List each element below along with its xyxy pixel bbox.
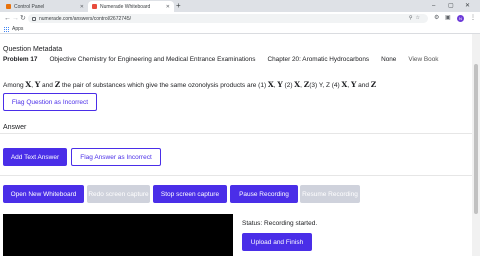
reload-icon[interactable]: ↻ bbox=[20, 14, 26, 23]
tab-strip: Control Panel ✕ Numerade Whiteboard ✕ + … bbox=[0, 0, 480, 12]
extensions-icon[interactable]: ⚙ bbox=[434, 14, 439, 23]
question-text: Among X, Y and Z the pair of substances … bbox=[3, 80, 376, 90]
view-book-link[interactable]: View Book bbox=[408, 55, 438, 64]
tab-numerade-whiteboard[interactable]: Numerade Whiteboard ✕ bbox=[88, 1, 174, 12]
question-fragment: Among bbox=[3, 82, 26, 89]
avatar[interactable]: N bbox=[457, 15, 464, 22]
metadata-title: Question Metadata bbox=[3, 46, 63, 53]
status-text: Status: Recording started. bbox=[242, 220, 318, 227]
resume-recording-button: Resume Recording bbox=[300, 185, 360, 203]
flag-question-button[interactable]: Flag Question as Incorrect bbox=[3, 93, 97, 111]
divider bbox=[0, 175, 472, 176]
minimize-icon[interactable]: – bbox=[432, 2, 435, 10]
pause-recording-button[interactable]: Pause Recording bbox=[230, 185, 298, 203]
puzzle-icon[interactable]: ▣ bbox=[445, 14, 451, 23]
redo-capture-button: Redo screen capture bbox=[87, 185, 150, 203]
question-fragment: (2) bbox=[282, 82, 295, 89]
tab-control-panel[interactable]: Control Panel ✕ bbox=[2, 1, 88, 12]
upload-finish-button[interactable]: Upload and Finish bbox=[242, 233, 312, 251]
scroll-thumb[interactable] bbox=[474, 64, 478, 214]
bookmarks-bar: Apps bbox=[0, 25, 480, 34]
back-icon[interactable]: ← bbox=[4, 14, 11, 23]
menu-icon[interactable]: ⋮ bbox=[470, 14, 476, 23]
close-icon[interactable]: ✕ bbox=[166, 4, 170, 10]
bookmark-apps[interactable]: Apps bbox=[12, 26, 23, 33]
favicon-icon bbox=[92, 4, 97, 9]
new-tab-button[interactable]: + bbox=[176, 1, 181, 11]
scrollbar[interactable] bbox=[472, 34, 480, 256]
window-close-icon[interactable]: ✕ bbox=[465, 2, 470, 10]
url-text: numerade.com/answers/control/2672745/ bbox=[39, 15, 131, 22]
answer-title: Answer bbox=[3, 124, 27, 131]
browser-toolbar: ← → ↻ numerade.com/answers/control/26727… bbox=[0, 12, 480, 25]
chapter-title: Chapter 20: Aromatic Hydrocarbons bbox=[267, 56, 370, 63]
problem-number: Problem 17 bbox=[3, 56, 38, 63]
metadata-row: Problem 17 Objective Chemistry for Engin… bbox=[3, 55, 450, 64]
bookmark-star-icon[interactable]: ⚲☆ bbox=[409, 14, 423, 23]
apps-icon[interactable] bbox=[4, 27, 9, 32]
divider bbox=[0, 133, 472, 134]
question-fragment: the pair of substances which give the sa… bbox=[60, 82, 268, 89]
stop-capture-button[interactable]: Stop screen capture bbox=[153, 185, 227, 203]
open-whiteboard-button[interactable]: Open New Whiteboard bbox=[3, 185, 84, 203]
book-title: Objective Chemistry for Engineering and … bbox=[49, 56, 256, 63]
lock-icon bbox=[32, 16, 36, 21]
question-fragment: and bbox=[356, 82, 371, 89]
add-text-answer-button[interactable]: Add Text Answer bbox=[3, 148, 67, 166]
close-icon[interactable]: ✕ bbox=[80, 4, 84, 10]
video-preview bbox=[3, 214, 233, 256]
favicon-icon bbox=[6, 4, 11, 9]
page-content: Question Metadata Problem 17 Objective C… bbox=[0, 34, 472, 256]
section-title: None bbox=[381, 56, 397, 63]
address-bar[interactable]: numerade.com/answers/control/2672745/ ⚲☆ bbox=[28, 14, 428, 23]
flag-answer-button[interactable]: Flag Answer as Incorrect bbox=[71, 148, 161, 166]
question-var: Z bbox=[370, 80, 377, 89]
tab-title: Control Panel bbox=[14, 3, 45, 10]
question-fragment: (3) Y, Z (4) bbox=[309, 82, 342, 89]
question-fragment: and bbox=[40, 82, 55, 89]
maximize-icon[interactable]: ▢ bbox=[448, 2, 454, 10]
forward-icon[interactable]: → bbox=[12, 14, 19, 23]
tab-title: Numerade Whiteboard bbox=[100, 3, 151, 10]
